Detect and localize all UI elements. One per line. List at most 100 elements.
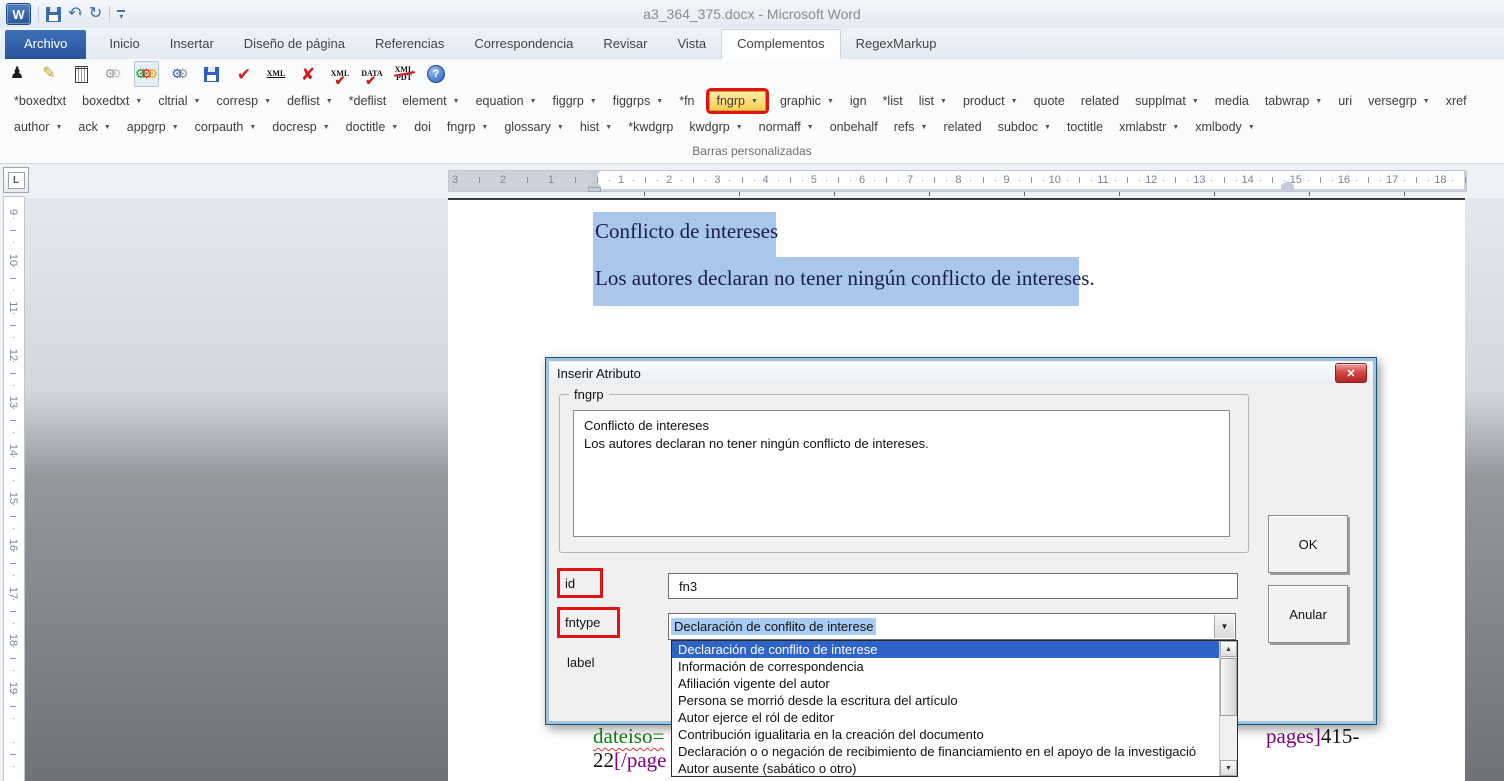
dropdown-scrollbar[interactable]: ▲ ▼ bbox=[1219, 641, 1237, 776]
ribbon-button-deflist[interactable]: *deflist bbox=[341, 91, 395, 111]
tab-complementos[interactable]: Complementos bbox=[721, 29, 840, 60]
fngrp-text-area[interactable]: Conflicto de intereses Los autores decla… bbox=[573, 410, 1230, 537]
ribbon-button-cltrial[interactable]: cltrial▼ bbox=[150, 91, 208, 111]
ribbon-button-label: related bbox=[943, 120, 981, 134]
chevron-down-icon: ▼ bbox=[391, 124, 398, 131]
scroll-up-button[interactable]: ▲ bbox=[1220, 641, 1237, 657]
ribbon-button-figgrp[interactable]: figgrp▼ bbox=[545, 91, 605, 111]
ruler-tick bbox=[575, 177, 576, 183]
cancel-button[interactable]: Anular bbox=[1268, 585, 1348, 643]
ribbon-button-boxedtxt[interactable]: boxedtxt▼ bbox=[74, 91, 150, 111]
dropdown-option[interactable]: Declaración de conflito de interese bbox=[672, 641, 1237, 658]
combobox-dropdown-button[interactable]: ▼ bbox=[1214, 615, 1234, 638]
ribbon-button-xmlbody[interactable]: xmlbody▼ bbox=[1187, 117, 1262, 137]
ribbon-button-list[interactable]: list▼ bbox=[911, 91, 955, 111]
ribbon-button-doi[interactable]: doi bbox=[406, 117, 439, 137]
ribbon-button-deflist[interactable]: deflist▼ bbox=[279, 91, 341, 111]
ribbon-button-appgrp[interactable]: appgrp▼ bbox=[119, 117, 187, 137]
tab-revisar[interactable]: Revisar bbox=[588, 30, 662, 59]
chevron-down-icon: ▼ bbox=[326, 98, 333, 105]
gears-blue-icon[interactable]: ⚙⚙ bbox=[169, 62, 191, 86]
dropdown-option[interactable]: Contribución igualitaria en la creación … bbox=[672, 726, 1237, 743]
ribbon-button-ign[interactable]: ign bbox=[842, 91, 875, 111]
ribbon-button-fngrp[interactable]: fngrp▼ bbox=[439, 117, 496, 137]
ribbon-button-normaff[interactable]: normaff▼ bbox=[751, 117, 822, 137]
ribbon-button-equation[interactable]: equation▼ bbox=[468, 91, 545, 111]
ribbon-button-label: xmlabstr bbox=[1119, 120, 1166, 134]
ribbon-button-ack[interactable]: ack▼ bbox=[70, 117, 118, 137]
tab-vista[interactable]: Vista bbox=[662, 30, 721, 59]
ribbon-button-fngrp[interactable]: fngrp▼ bbox=[709, 91, 766, 111]
ribbon-button-onbehalf[interactable]: onbehalf bbox=[822, 117, 886, 137]
tab-insertar[interactable]: Insertar bbox=[155, 30, 229, 59]
dialog-close-button[interactable]: ✕ bbox=[1335, 363, 1367, 383]
ribbon-button-corresp[interactable]: corresp▼ bbox=[208, 91, 279, 111]
dropdown-option[interactable]: Información de correspondencia bbox=[672, 658, 1237, 675]
ribbon-button-docresp[interactable]: docresp▼ bbox=[264, 117, 337, 137]
tab-stop-selector[interactable]: L bbox=[3, 167, 29, 193]
id-input[interactable] bbox=[668, 573, 1238, 599]
ribbon-button-xref[interactable]: xref bbox=[1438, 91, 1475, 111]
ribbon-button-tabwrap[interactable]: tabwrap▼ bbox=[1257, 91, 1330, 111]
fntype-combobox[interactable]: Declaración de conflito de interese ▼ bbox=[668, 613, 1236, 640]
ribbon-button-corpauth[interactable]: corpauth▼ bbox=[187, 117, 265, 137]
pencil-icon[interactable]: ✎ bbox=[38, 62, 60, 86]
dropdown-option[interactable]: Autor ejerce el ról de editor bbox=[672, 709, 1237, 726]
ruler-tick bbox=[705, 180, 706, 181]
tab-referencias[interactable]: Referencias bbox=[360, 30, 459, 59]
dropdown-option[interactable]: Persona se morrió desde la escritura del… bbox=[672, 692, 1237, 709]
tab-regexmarkup[interactable]: RegexMarkup bbox=[841, 30, 952, 59]
left-indent-marker[interactable] bbox=[588, 187, 601, 192]
ribbon-button-versegrp[interactable]: versegrp▼ bbox=[1360, 91, 1438, 111]
ribbon-button-kwdgrp[interactable]: kwdgrp▼ bbox=[681, 117, 750, 137]
trash-icon[interactable] bbox=[70, 62, 92, 86]
ribbon-button-hist[interactable]: hist▼ bbox=[572, 117, 620, 137]
ribbon-button-quote[interactable]: quote bbox=[1026, 91, 1073, 111]
ruler-tick bbox=[13, 670, 14, 671]
scrollbar-thumb[interactable] bbox=[1220, 658, 1237, 716]
ribbon-button-element[interactable]: element▼ bbox=[394, 91, 467, 111]
gears-gray-icon[interactable]: ⚙⚙ bbox=[102, 62, 124, 86]
tab-dise-o-de-p-gina[interactable]: Diseño de página bbox=[229, 30, 360, 59]
ribbon-button-related[interactable]: related bbox=[1073, 91, 1127, 111]
dropdown-option[interactable]: Declaración o o negación de recibimiento… bbox=[672, 743, 1237, 760]
dialog-title-bar[interactable]: Inserir Atributo bbox=[550, 362, 1372, 384]
ruler-tick bbox=[886, 177, 887, 183]
ribbon-button-xmlabstr[interactable]: xmlabstr▼ bbox=[1111, 117, 1187, 137]
ribbon-button-subdoc[interactable]: subdoc▼ bbox=[990, 117, 1059, 137]
ribbon-button-doctitle[interactable]: doctitle▼ bbox=[338, 117, 407, 137]
dropdown-option[interactable]: Autor ausente (sabático o otro) bbox=[672, 760, 1237, 777]
data-check-icon[interactable]: DATA✔ bbox=[361, 62, 383, 86]
ribbon-button-supplmat[interactable]: supplmat▼ bbox=[1127, 91, 1207, 111]
ribbon-button-label: author bbox=[14, 120, 49, 134]
scroll-down-button[interactable]: ▼ bbox=[1220, 760, 1237, 776]
ribbon-button-glossary[interactable]: glossary▼ bbox=[496, 117, 571, 137]
save-export-icon[interactable] bbox=[201, 62, 223, 86]
ribbon-button-product[interactable]: product▼ bbox=[955, 91, 1026, 111]
ok-button[interactable]: OK bbox=[1268, 515, 1348, 573]
ribbon-button-figgrps[interactable]: figgrps▼ bbox=[605, 91, 671, 111]
ribbon-button-fn[interactable]: *fn bbox=[671, 91, 702, 111]
ribbon-button-boxedtxt[interactable]: *boxedtxt bbox=[6, 91, 74, 111]
tab-correspondencia[interactable]: Correspondencia bbox=[459, 30, 588, 59]
xml-pdt-icon[interactable]: XMLPDT bbox=[393, 62, 415, 86]
ribbon-button-uri[interactable]: uri bbox=[1330, 91, 1360, 111]
help-icon[interactable]: ? bbox=[425, 62, 447, 86]
ribbon-button-author[interactable]: author▼ bbox=[6, 117, 70, 137]
xml-check-icon[interactable]: XML✔ bbox=[329, 62, 351, 86]
ribbon-button-kwdgrp[interactable]: *kwdgrp bbox=[620, 117, 681, 137]
tab-inicio[interactable]: Inicio bbox=[94, 30, 154, 59]
gears-colored-icon[interactable]: ⚙⚙⚙ bbox=[134, 61, 159, 87]
remove-cross-icon[interactable]: ✘ bbox=[297, 62, 319, 86]
xml-icon[interactable]: XML bbox=[265, 62, 287, 86]
ribbon-button-toctitle[interactable]: toctitle bbox=[1059, 117, 1111, 137]
ribbon-button-related[interactable]: related bbox=[935, 117, 989, 137]
dropdown-option[interactable]: Afiliación vigente del autor bbox=[672, 675, 1237, 692]
validate-check-icon[interactable]: ✔ bbox=[233, 62, 255, 86]
ribbon-button-media[interactable]: media bbox=[1207, 91, 1257, 111]
tab-archivo[interactable]: Archivo bbox=[5, 30, 86, 59]
ribbon-button-graphic[interactable]: graphic▼ bbox=[772, 91, 842, 111]
ribbon-button-list[interactable]: *list bbox=[875, 91, 911, 111]
person-icon[interactable]: ♟ bbox=[6, 62, 28, 86]
ribbon-button-refs[interactable]: refs▼ bbox=[886, 117, 936, 137]
